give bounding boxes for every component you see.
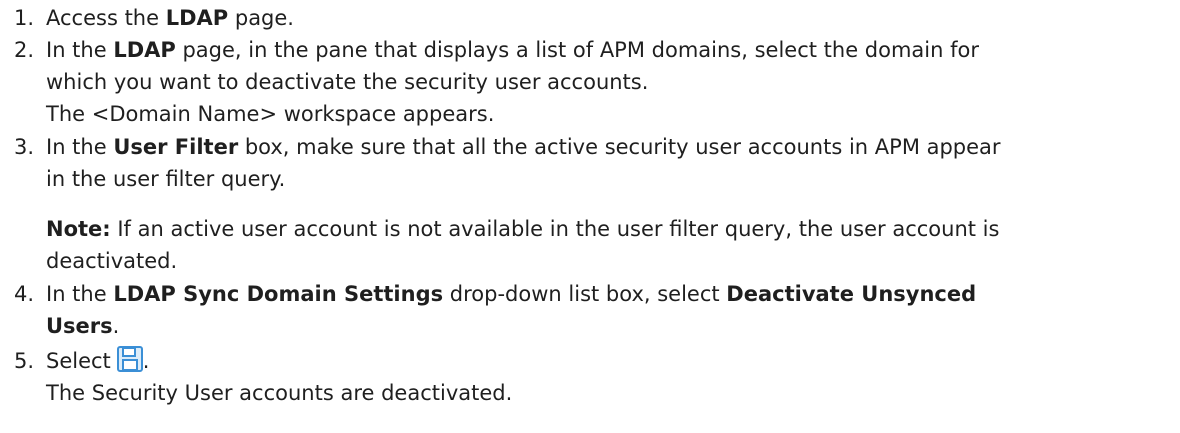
step-number: 5. [14,349,35,373]
text: In the [46,38,114,62]
ui-term-ldap-sync-domain-settings: LDAP Sync Domain Settings [113,282,444,306]
text: drop-down list box, select [443,282,727,306]
text: In the [46,135,114,159]
step-text-line-1: Select . [46,345,149,377]
text: page, in the pane that displays a list o… [175,38,979,62]
ui-term-user-filter: User Filter [113,135,239,159]
text: Access the [46,6,166,30]
step-number: 2. [14,38,35,62]
procedure-steps: 1. Access the LDAP page. 2. In the LDAP … [0,0,1180,433]
step-result: The Security User accounts are deactivat… [46,381,513,405]
step-result: The <Domain Name> workspace appears. [46,102,495,126]
note-text: If an active user account is not availab… [110,217,1000,241]
step-text-line-2: in the user filter query. [46,167,286,191]
note: Note: If an active user account is not a… [46,213,999,245]
ui-term-ldap: LDAP [113,38,176,62]
step-text: Access the LDAP page. [46,2,294,34]
step-number: 1. [14,6,35,30]
text: . [142,349,150,373]
note-text-line-2: deactivated. [46,249,178,273]
text: In the [46,282,114,306]
step-number: 3. [14,135,35,159]
step-text-line-2: Users. [46,310,119,342]
step-number: 4. [14,282,35,306]
ui-term-ldap: LDAP [165,6,229,30]
step-text-line-1: In the LDAP Sync Domain Settings drop-do… [46,278,976,310]
step-text-line-1: In the User Filter box, make sure that a… [46,131,1001,163]
save-icon [116,346,143,372]
text: box, make sure that all the active secur… [238,135,1001,159]
step-text-line-2: which you want to deactivate the securit… [46,70,649,94]
text: page. [228,6,294,30]
ui-term-users: Users [46,314,113,338]
text: . [112,314,120,338]
note-label: Note: [46,217,111,241]
text: Select [46,349,111,373]
ui-term-deactivate-unsynced: Deactivate Unsynced [726,282,977,306]
step-text-line-1: In the LDAP page, in the pane that displ… [46,34,979,66]
